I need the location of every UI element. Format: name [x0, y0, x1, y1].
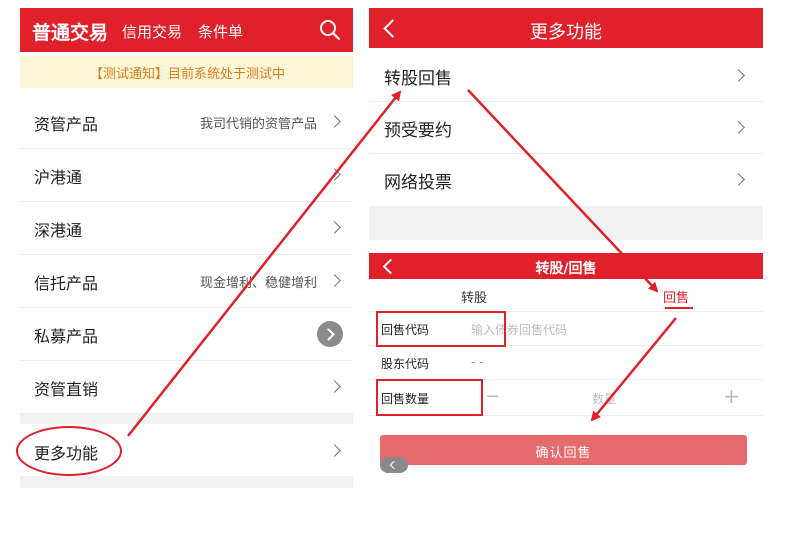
arrow-to-sellback-tab [467, 89, 659, 293]
arrow-to-convert-sellback [127, 90, 402, 437]
arrow-to-qty-field [590, 317, 677, 422]
annotation-arrows [127, 89, 677, 437]
